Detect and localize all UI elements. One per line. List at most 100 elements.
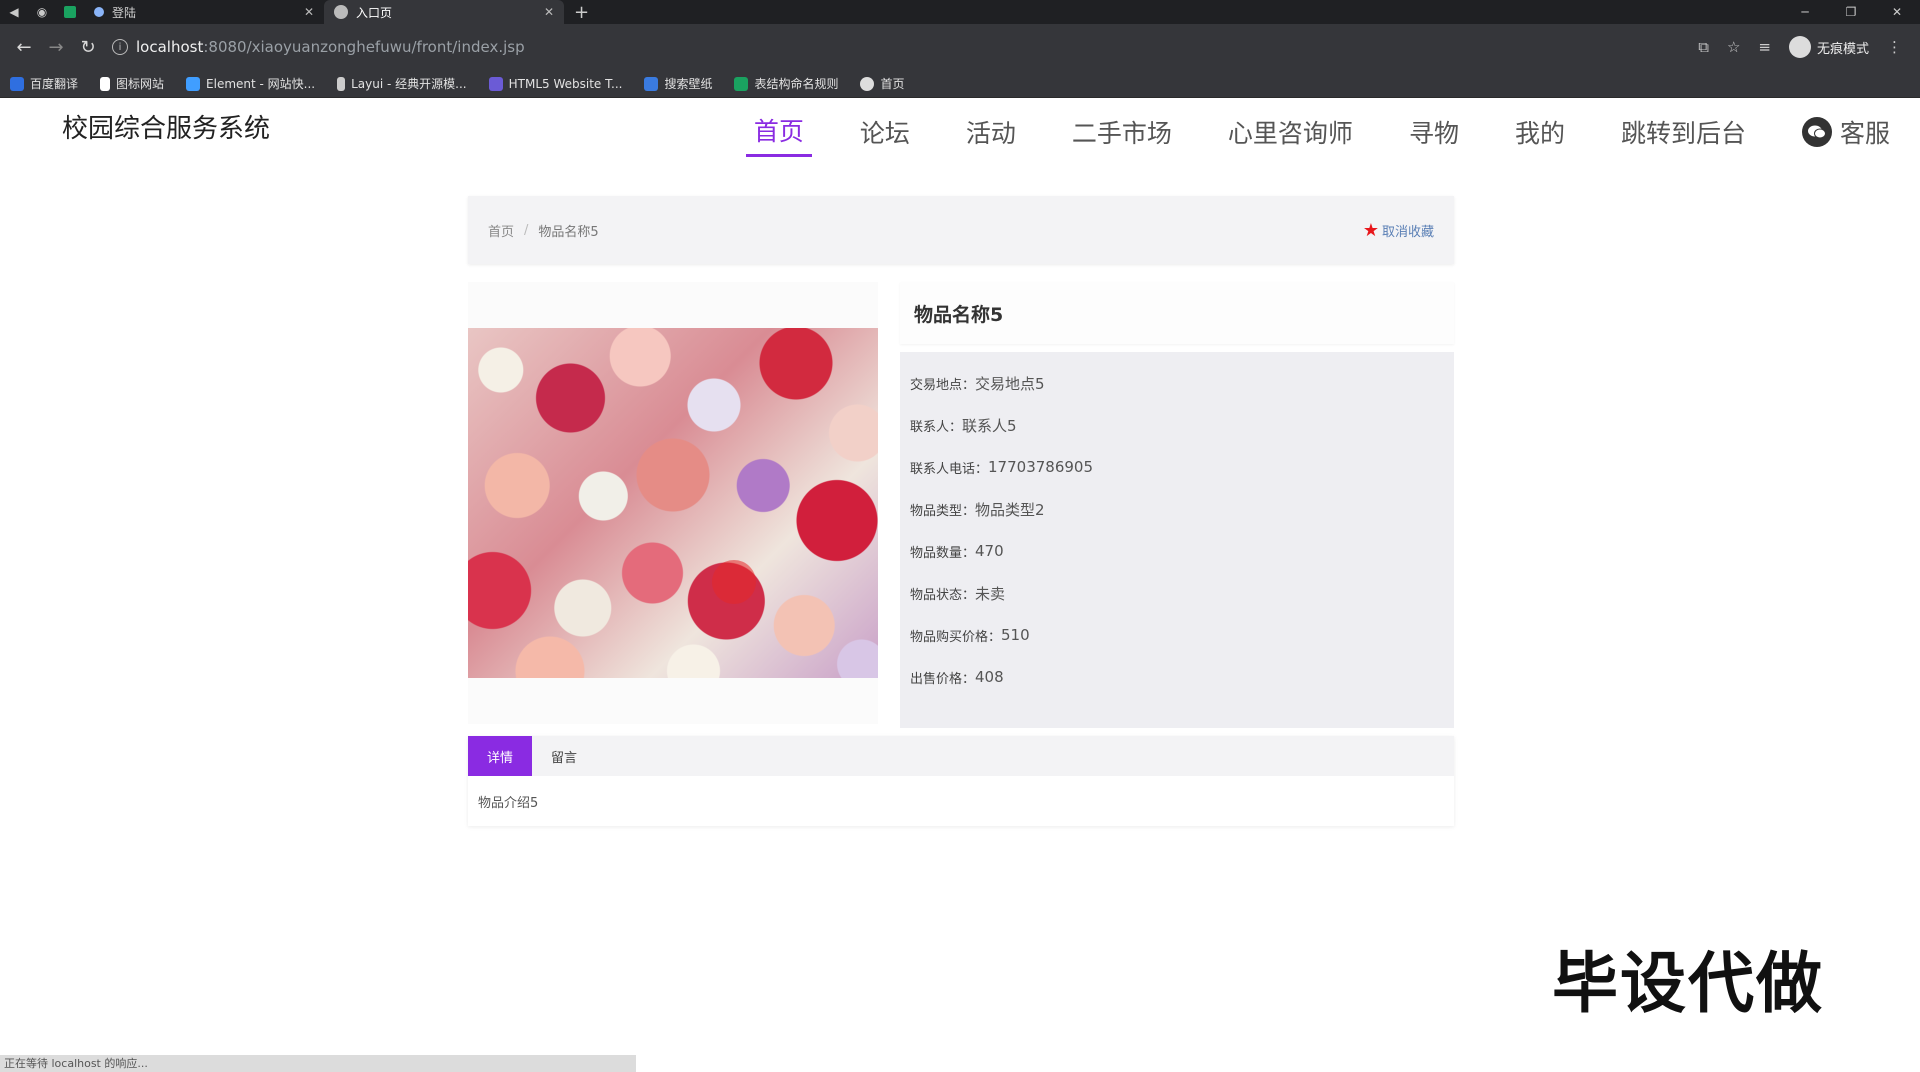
close-window-icon[interactable]: ✕ [1874,5,1920,19]
mute-icon[interactable]: ◀ [0,0,28,24]
nav-item-counselor[interactable]: 心里咨询师 [1220,114,1361,156]
field-value: 17703786905 [988,458,1093,476]
nav-item-activity[interactable]: 活动 [958,114,1024,156]
field-label: 物品类型： [910,503,976,519]
star-icon: ★ [1362,219,1379,241]
close-tab-icon[interactable]: ✕ [544,5,554,19]
tab-details[interactable]: 详情 [468,736,532,776]
baidu-translate-icon [10,76,24,91]
sheet-icon[interactable] [56,0,84,24]
wallpaper-icon [644,76,659,91]
item-image[interactable] [468,328,878,678]
item-name: 物品名称5 [900,282,1454,344]
field-contact: 联系人： 联系人5 [910,404,1444,446]
field-purchase-price: 物品购买价格： 510 [910,614,1444,656]
detail-tabs: 详情 留言 物品介绍5 [468,736,1454,826]
layui-icon [337,76,346,91]
bookmark-item[interactable]: HTML5 Website T... [488,76,622,91]
unfavorite-button[interactable]: ★ 取消收藏 [1363,220,1434,241]
reload-icon[interactable]: ↻ [72,31,104,63]
nav-item-mine[interactable]: 我的 [1507,114,1573,156]
nav-item-second-hand[interactable]: 二手市场 [1064,114,1180,156]
field-label: 出售价格： [910,671,976,687]
minimize-icon[interactable]: ─ [1782,5,1828,19]
globe-icon [860,76,875,91]
field-value: 510 [1001,626,1030,644]
breadcrumb-current: 物品名称5 [538,224,599,240]
main-content: 首页 / 物品名称5 ★ 取消收藏 物品名称5 交易地点： 交易地点5 联系人：联… [468,196,1454,826]
watermark-text: 毕设代做 [1552,945,1824,1022]
detail-tabs-header: 详情 留言 [468,736,1454,776]
bookmark-label: 搜索壁纸 [664,77,713,91]
wechat-icon [1801,116,1832,147]
element-icon [186,76,201,91]
field-contact-phone: 联系人电话： 17703786905 [910,446,1444,488]
field-value: 联系人5 [962,416,1017,435]
field-value: 物品类型2 [975,500,1045,519]
profile-label: 无痕模式 [1816,41,1869,57]
bookmark-label: 图标网站 [116,77,165,91]
info-icon[interactable]: i [112,39,128,55]
restore-icon[interactable]: ❐ [1828,5,1874,19]
tab-title: 入口页 [356,5,393,20]
translate-icon[interactable]: ⧉ [1698,38,1709,56]
field-sale-price: 出售价格： 408 [910,656,1444,698]
bookmark-item[interactable]: Element - 网站快... [186,75,315,92]
field-value: 未卖 [975,584,1006,603]
tab-messages[interactable]: 留言 [532,736,596,776]
forward-icon[interactable]: → [40,31,72,63]
new-tab-icon[interactable]: + [564,2,599,23]
back-icon[interactable]: ← [8,31,40,63]
url-input[interactable]: i localhost:8080/xiaoyuanzonghefuwu/fron… [112,31,1690,63]
item-image-container [468,282,878,724]
customer-service-label: 客服 [1839,118,1890,148]
bookmark-item[interactable]: 表结构命名规则 [734,75,838,92]
incognito-icon [1788,36,1811,58]
incognito-profile[interactable]: 无痕模式 [1788,36,1869,58]
cursor-highlight [712,560,756,604]
globe-icon[interactable]: ◉ [28,0,56,24]
main-nav: 首页 论坛 活动 二手市场 心里咨询师 寻物 我的 跳转到后台 客服 [745,112,1898,157]
field-trade-location: 交易地点： 交易地点5 [910,362,1444,404]
browser-tab-login[interactable]: 登陆 ✕ [84,0,324,24]
close-tab-icon[interactable]: ✕ [304,5,314,19]
breadcrumb-separator: / [524,222,529,238]
bookmark-star-icon[interactable]: ☆ [1727,38,1740,56]
nav-item-home[interactable]: 首页 [745,112,812,157]
site-header: 校园综合服务系统 首页 论坛 活动 二手市场 心里咨询师 寻物 我的 跳转到后台… [0,98,1920,166]
item-info: 物品名称5 交易地点： 交易地点5 联系人： 联系人5 联系人电话： 17703786… [900,282,1454,728]
field-value: 交易地点5 [975,374,1045,393]
site-title: 校园综合服务系统 [62,114,271,144]
bookmark-item[interactable]: 百度翻译 [10,75,78,92]
browser-tab-entry[interactable]: 入口页 ✕ [324,0,564,24]
nav-item-customer-service[interactable]: 客服 [1794,114,1898,156]
field-label: 交易地点： [910,377,976,393]
item-description: 物品介绍5 [478,795,539,811]
field-value: 408 [975,668,1004,686]
reading-list-icon[interactable]: ≡ [1758,38,1771,56]
field-label: 联系人电话： [910,461,989,477]
flag-icon [100,76,111,91]
field-value: 470 [975,542,1004,560]
sheet-icon [734,76,749,91]
field-label: 物品状态： [910,587,976,603]
bookmark-item[interactable]: 搜索壁纸 [644,75,712,92]
toolbar-actions: ⧉ ☆ ≡ 无痕模式 ⋮ [1698,36,1912,58]
globe-icon [334,5,348,19]
bookmark-label: Element - 网站快... [206,77,316,91]
item-detail: 物品名称5 交易地点： 交易地点5 联系人： 联系人5 联系人电话： 17703786… [468,282,1454,728]
nav-item-lost-found[interactable]: 寻物 [1401,114,1467,156]
bookmark-item[interactable]: 图标网站 [100,75,164,92]
nav-item-admin[interactable]: 跳转到后台 [1613,114,1754,156]
breadcrumb: 首页 / 物品名称5 ★ 取消收藏 [468,196,1454,264]
bookmark-item[interactable]: 首页 [860,75,905,92]
nav-item-forum[interactable]: 论坛 [852,114,918,156]
breadcrumb-home[interactable]: 首页 [488,221,514,240]
window-controls: ─ ❐ ✕ [1782,5,1920,19]
bookmark-item[interactable]: Layui - 经典开源模... [337,75,467,92]
more-menu-icon[interactable]: ⋮ [1887,38,1902,56]
tab-favicon-icon [94,7,104,17]
bookmark-label: 百度翻译 [30,77,79,91]
bookmark-label: Layui - 经典开源模... [351,77,467,91]
field-status: 物品状态： 未卖 [910,572,1444,614]
